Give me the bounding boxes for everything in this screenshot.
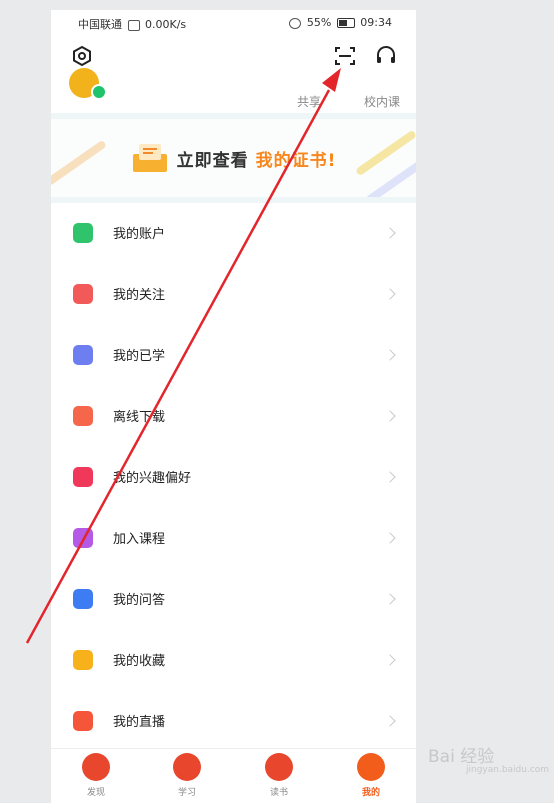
menu-item-label: 我的直播 (113, 715, 166, 730)
tab-icon (82, 753, 110, 781)
chevron-right-icon (384, 409, 396, 422)
headset-icon[interactable] (372, 42, 400, 70)
chevron-right-icon (384, 714, 396, 727)
menu-item-label: 我的关注 (113, 288, 166, 303)
watermark-url: jingyan.baidu.com (466, 765, 550, 775)
star-icon (73, 649, 93, 670)
menu-item[interactable]: 我的关注 (51, 263, 416, 324)
tab-icon (357, 753, 385, 781)
tab-item[interactable]: 我的 (341, 753, 401, 803)
menu-item-label: 加入课程 (113, 532, 166, 547)
tab-item[interactable]: 读书 (249, 753, 309, 803)
tab-icon (265, 753, 293, 781)
graduation-cap-icon (73, 344, 93, 365)
status-bar: 中国联通 0.00K/s 55% 09:34 (51, 10, 416, 36)
menu-item-label: 我的问答 (113, 593, 166, 608)
battery-icon (336, 18, 355, 28)
heart-icon (73, 283, 93, 304)
tab-item[interactable]: 发现 (66, 753, 126, 803)
qa-icon (73, 588, 93, 609)
menu-item[interactable]: 我的已学 (51, 324, 416, 385)
network-speed: 0.00K/s (145, 18, 187, 31)
menu-item[interactable]: 离线下载 (51, 385, 416, 446)
banner-text-highlight: 我的证书! (255, 150, 337, 171)
live-icon (73, 710, 93, 731)
battery-percent: 55% (306, 16, 332, 29)
menu-item-label: 离线下载 (113, 410, 166, 425)
profile-strip: 共享 校内课 (51, 68, 416, 118)
menu-item[interactable]: 加入课程 (51, 507, 416, 568)
tab-icon (173, 753, 201, 781)
campus-course-link[interactable]: 校内课 (364, 93, 400, 110)
verified-badge-icon (91, 84, 107, 100)
banner-text: 立即查看 我的证书! (177, 146, 337, 171)
certificate-envelope-icon (132, 144, 167, 172)
menu-item[interactable]: 我的直播 (51, 690, 416, 751)
watermark-brand: Bai 经验 (428, 747, 495, 767)
menu-item-label: 我的账户 (113, 227, 166, 242)
tab-label: 发现 (86, 788, 105, 798)
certificate-banner-wrap: 立即查看 我的证书! (51, 113, 416, 203)
signal-icon (127, 19, 140, 31)
chevron-right-icon (384, 287, 396, 300)
menu-item[interactable]: 我的账户 (51, 202, 416, 263)
watermark: Bai 经验 jingyan.baidu.com (428, 742, 549, 775)
chevron-right-icon (384, 348, 396, 361)
menu-item-label: 我的兴趣偏好 (113, 471, 192, 486)
course-icon (73, 527, 93, 548)
banner-decoration (51, 139, 107, 187)
tab-label: 我的 (361, 788, 380, 798)
status-right: 55% 09:34 (287, 16, 392, 29)
chevron-right-icon (384, 226, 396, 239)
status-left: 中国联通 0.00K/s (78, 16, 186, 32)
alarm-icon (289, 17, 302, 29)
wallet-icon (73, 222, 93, 243)
tab-label: 读书 (269, 788, 288, 798)
tab-label: 学习 (177, 788, 196, 798)
chevron-right-icon (384, 653, 396, 666)
settings-icon[interactable] (68, 42, 96, 70)
banner-text-prefix: 立即查看 (176, 150, 249, 171)
status-time: 09:34 (360, 16, 392, 29)
phone-screen: 中国联通 0.00K/s 55% 09:34 共享 校内课 立即查看 我的证书!… (51, 10, 416, 803)
menu-item[interactable]: 我的问答 (51, 568, 416, 629)
chevron-right-icon (384, 531, 396, 544)
scan-icon[interactable] (331, 42, 359, 70)
download-icon (73, 405, 93, 426)
tab-item[interactable]: 学习 (157, 753, 217, 803)
menu-item[interactable]: 我的收藏 (51, 629, 416, 690)
carrier-label: 中国联通 (78, 18, 122, 31)
menu-item-label: 我的收藏 (113, 654, 166, 669)
menu-list: 我的账户我的关注我的已学离线下载我的兴趣偏好 加入课程我的问答我的收藏我的直播 (51, 202, 416, 751)
certificate-banner[interactable]: 立即查看 我的证书! (51, 119, 416, 197)
bottom-tab-bar: 发现 学习 读书 我的 (51, 748, 416, 803)
chevron-right-icon (384, 470, 396, 483)
shared-link[interactable]: 共享 (297, 93, 321, 110)
menu-item-label: 我的已学 (113, 349, 166, 364)
interest-heart-icon (73, 466, 93, 487)
menu-item[interactable]: 我的兴趣偏好 (51, 446, 416, 507)
chevron-right-icon (384, 592, 396, 605)
